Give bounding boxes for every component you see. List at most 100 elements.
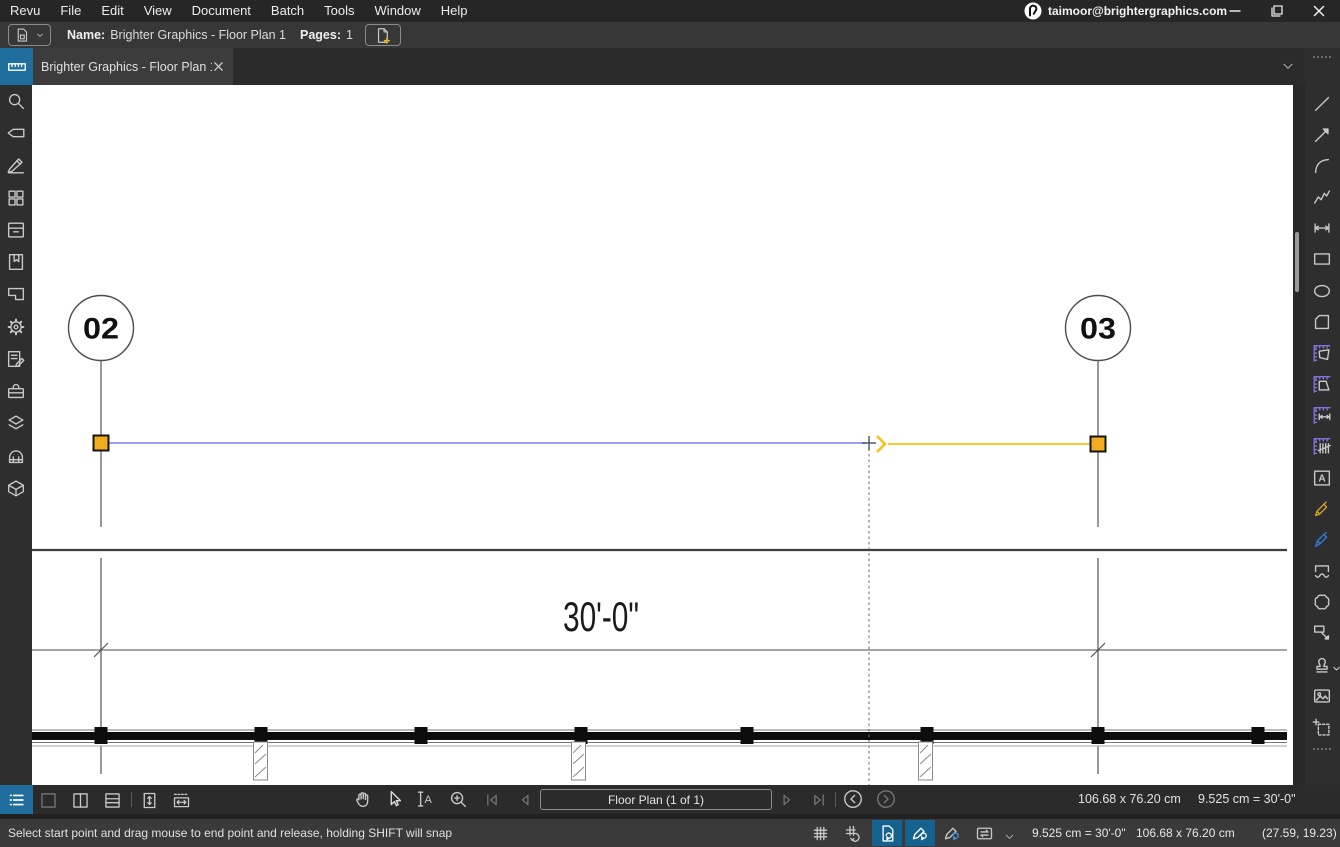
pages-label: Pages: <box>300 28 341 42</box>
squiggly-underline-tool-icon[interactable] <box>1311 560 1333 582</box>
bookmarks-icon[interactable] <box>5 251 27 273</box>
chevron-down-icon <box>34 29 46 41</box>
select-cursor-icon[interactable] <box>383 788 405 810</box>
account-email[interactable]: taimoor@brightergraphics.com <box>1048 4 1227 18</box>
document-tab[interactable]: Brighter Graphics - Floor Plan 1* <box>33 48 233 85</box>
highlighter-tool-icon[interactable] <box>1311 498 1333 520</box>
insert-pages-button[interactable] <box>365 24 401 46</box>
image-tool-icon[interactable] <box>1311 685 1333 707</box>
bottom-toolbar: A Floor Plan (1 of 1) 106.68 x 76.20 cm … <box>0 785 1340 814</box>
snapshot-tool-icon[interactable] <box>1311 717 1333 739</box>
toolbar-drag-handle-bottom[interactable] <box>1313 748 1331 750</box>
menu-document[interactable]: Document <box>182 0 261 22</box>
svg-text:A: A <box>425 794 433 806</box>
line-tool-icon[interactable] <box>1311 93 1333 115</box>
layers-icon[interactable] <box>5 412 27 434</box>
revu-window: Revu File Edit View Document Batch Tools… <box>0 0 1340 847</box>
measurements-panel-button[interactable] <box>0 48 33 85</box>
search-icon[interactable] <box>5 90 27 112</box>
svg-text:02: 02 <box>83 313 119 346</box>
last-page-icon[interactable] <box>808 789 830 811</box>
calibrate-icon[interactable] <box>5 154 27 176</box>
previous-view-icon[interactable] <box>842 788 864 810</box>
menu-edit[interactable]: Edit <box>91 0 133 22</box>
canvas-scrollbar[interactable] <box>1293 85 1305 785</box>
fit-width-icon[interactable] <box>170 789 192 811</box>
sync-views-icon[interactable] <box>973 822 995 844</box>
spaces-icon[interactable] <box>5 283 27 305</box>
next-page-icon[interactable] <box>776 789 798 811</box>
callout-tool-icon[interactable] <box>1311 622 1333 644</box>
grid-line-03 <box>1091 361 1105 775</box>
zoom-icon[interactable] <box>447 788 469 810</box>
next-view-icon[interactable] <box>875 788 897 810</box>
sets-icon[interactable] <box>5 445 27 467</box>
first-page-icon[interactable] <box>481 789 503 811</box>
measure-dynamic-icon[interactable] <box>1311 373 1333 395</box>
status-scale[interactable]: 9.525 cm = 30'-0" <box>1032 826 1126 840</box>
reuse-page-icon[interactable] <box>876 822 898 844</box>
restore-button[interactable] <box>1263 0 1291 22</box>
grid-toggle-icon[interactable] <box>809 822 831 844</box>
rectangle-tool-icon[interactable] <box>1311 248 1333 270</box>
arrow-tool-icon[interactable] <box>1311 124 1333 146</box>
pan-hand-icon[interactable] <box>352 788 374 810</box>
arc-tool-icon[interactable] <box>1311 155 1333 177</box>
measure-area-icon[interactable] <box>1311 342 1333 364</box>
separator <box>835 792 836 807</box>
scrollbar-thumb[interactable] <box>1295 232 1299 292</box>
tab-close-icon[interactable] <box>212 60 225 73</box>
tool-bar-right: A <box>1305 48 1340 785</box>
stamp-dropdown-chevron[interactable] <box>1332 660 1340 678</box>
document-switcher-button[interactable] <box>8 24 51 46</box>
drawing-canvas[interactable]: 02 03 30'-0" <box>32 85 1293 785</box>
thumbnails-icon[interactable] <box>5 187 27 209</box>
svg-text:A: A <box>1318 474 1326 485</box>
minimize-button[interactable] <box>1221 0 1249 22</box>
snap-to-grid-icon[interactable] <box>842 822 864 844</box>
ellipse-tool-icon[interactable] <box>1311 280 1333 302</box>
stamp-tool-icon[interactable] <box>1311 654 1333 676</box>
measure-count-icon[interactable] <box>1311 435 1333 457</box>
menu-view[interactable]: View <box>134 0 182 22</box>
menu-tools[interactable]: Tools <box>314 0 364 22</box>
menu-help[interactable]: Help <box>431 0 478 22</box>
measure-length-icon[interactable] <box>1311 404 1333 426</box>
menu-file[interactable]: File <box>50 0 91 22</box>
fit-page-icon[interactable] <box>138 789 160 811</box>
settings-gear-icon[interactable] <box>5 316 27 338</box>
single-pane-icon[interactable] <box>37 789 59 811</box>
markups-list-icon[interactable] <box>5 348 27 370</box>
close-button[interactable] <box>1305 0 1333 22</box>
tool-chest-icon[interactable] <box>5 380 27 402</box>
markups-list-toggle-button[interactable] <box>0 785 33 814</box>
page-navigation-field[interactable]: Floor Plan (1 of 1) <box>540 789 772 810</box>
polyline-tool-icon[interactable] <box>1311 186 1333 208</box>
menu-revu[interactable]: Revu <box>0 0 50 22</box>
split-vertical-icon[interactable] <box>69 789 91 811</box>
dimension-tool-icon[interactable] <box>1311 217 1333 239</box>
file-access-icon[interactable] <box>5 219 27 241</box>
name-label: Name: <box>67 28 105 42</box>
pen-sync-icon[interactable] <box>941 822 963 844</box>
tab-title: Brighter Graphics - Floor Plan 1* <box>41 60 212 74</box>
document-icon <box>13 26 31 44</box>
status-dropdown-chevron[interactable] <box>998 825 1020 847</box>
menu-batch[interactable]: Batch <box>261 0 314 22</box>
tab-bar: Brighter Graphics - Floor Plan 1* <box>0 48 1340 85</box>
pen-tool-icon[interactable] <box>1311 529 1333 551</box>
flag-icon[interactable] <box>5 122 27 144</box>
cloud-tool-icon[interactable] <box>1311 591 1333 613</box>
select-text-icon[interactable]: A <box>414 788 436 810</box>
toolbar-drag-handle[interactable] <box>1313 56 1331 58</box>
previous-page-icon[interactable] <box>514 789 536 811</box>
text-box-tool-icon[interactable]: A <box>1311 467 1333 489</box>
reuse-markup-icon[interactable] <box>909 822 931 844</box>
split-horizontal-icon[interactable] <box>101 789 123 811</box>
grip-handle-right[interactable] <box>1091 437 1106 452</box>
studio-icon[interactable] <box>5 477 27 499</box>
tab-overflow-chevron[interactable] <box>1280 58 1296 79</box>
menu-window[interactable]: Window <box>365 0 431 22</box>
polygon-tool-icon[interactable] <box>1311 311 1333 333</box>
grip-handle-left[interactable] <box>94 436 109 451</box>
